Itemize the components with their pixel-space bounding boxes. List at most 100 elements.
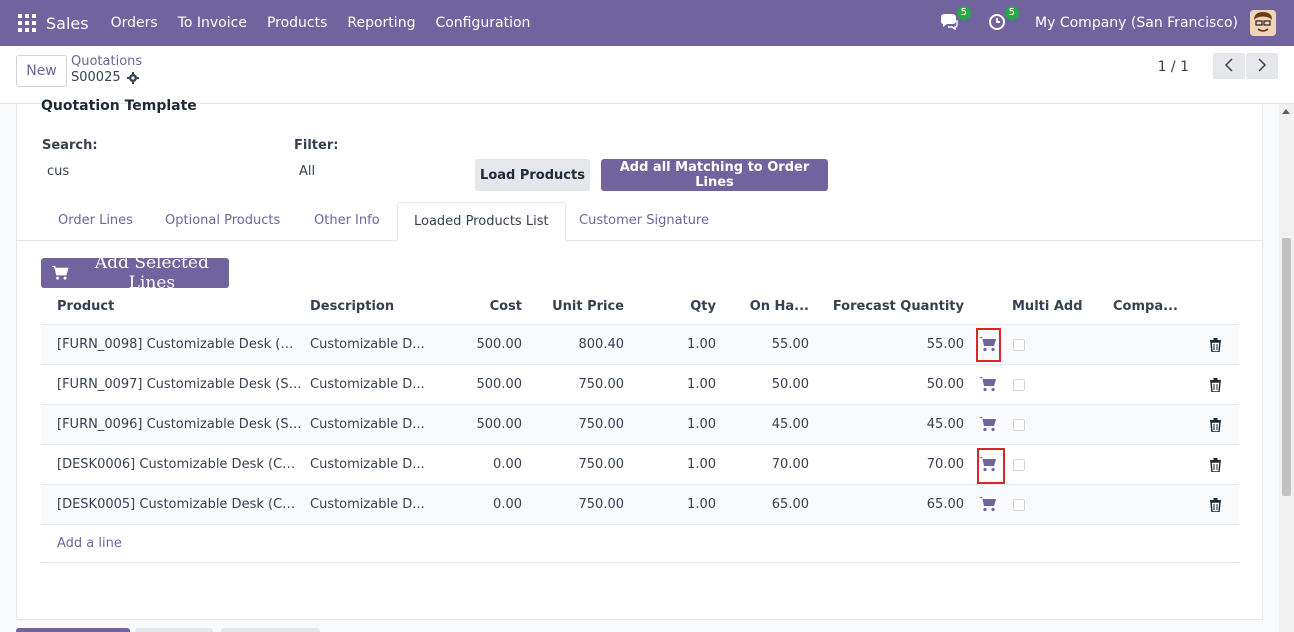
cell-unit-price: 750.00: [578, 417, 625, 432]
tab-order-lines[interactable]: Order Lines: [42, 202, 149, 241]
table-row[interactable]: [FURN_0096] Customizable Desk (St... Cus…: [41, 405, 1239, 445]
breadcrumb-quotations[interactable]: Quotations: [71, 54, 142, 69]
table-row[interactable]: [FURN_0097] Customizable Desk (St... Cus…: [41, 365, 1239, 405]
tab-loaded-products-list[interactable]: Loaded Products List: [397, 202, 566, 241]
highlight-box: [976, 328, 1001, 362]
cell-forecast: 65.00: [926, 497, 964, 512]
trash-icon[interactable]: [1209, 338, 1222, 352]
multi-add-checkbox[interactable]: [1013, 419, 1025, 431]
add-all-matching-button[interactable]: Add all Matching to Order Lines: [601, 159, 828, 191]
page-scrollbar[interactable]: [1279, 104, 1294, 632]
col-multi-add[interactable]: Multi Add: [1012, 289, 1083, 325]
activities-badge: 5: [1004, 6, 1020, 20]
cell-product: [DESK0005] Customizable Desk (Cus...: [57, 497, 302, 512]
filter-select[interactable]: All: [299, 164, 315, 179]
scroll-thumb[interactable]: [1282, 238, 1291, 496]
cell-qty: 1.00: [687, 457, 716, 472]
table-row[interactable]: [DESK0006] Customizable Desk (Cus... Cus…: [41, 445, 1239, 485]
scroll-up-arrow-icon[interactable]: [1282, 109, 1290, 114]
search-input[interactable]: cus: [47, 164, 69, 179]
add-selected-lines-button[interactable]: Add Selected Lines: [41, 253, 229, 293]
col-on-hand[interactable]: On Ha...: [741, 289, 809, 325]
cell-qty: 1.00: [687, 377, 716, 392]
pager-next-button[interactable]: [1246, 53, 1278, 79]
cell-product: [FURN_0098] Customizable Desk (Al...: [57, 337, 302, 352]
tab-customer-signature[interactable]: Customer Signature: [563, 202, 725, 241]
pager-previous-button[interactable]: [1213, 53, 1245, 79]
cell-description: Customizable D...: [310, 337, 425, 352]
cell-cost: 0.00: [493, 457, 522, 472]
load-products-button[interactable]: Load Products: [475, 159, 590, 191]
col-forecast-quantity[interactable]: Forecast Quantity: [831, 289, 964, 325]
multi-add-checkbox[interactable]: [1013, 459, 1025, 471]
activities-clock-icon[interactable]: 5: [987, 6, 1020, 34]
pager-value: 1 / 1: [1157, 59, 1189, 75]
cell-description: Customizable D...: [310, 457, 425, 472]
user-avatar[interactable]: [1250, 10, 1276, 36]
col-description[interactable]: Description: [310, 289, 394, 325]
footer-primary-button[interactable]: [16, 628, 130, 632]
cell-on-hand: 70.00: [771, 457, 809, 472]
col-unit-price[interactable]: Unit Price: [541, 289, 624, 325]
messages-badge: 5: [956, 6, 972, 20]
trash-icon[interactable]: [1209, 378, 1222, 392]
cart-icon[interactable]: [979, 375, 997, 393]
form-sheet: Quotation Template Search: cus Filter: A…: [16, 98, 1263, 620]
tab-other-info[interactable]: Other Info: [298, 202, 396, 241]
add-a-line-link[interactable]: Add a line: [41, 525, 1239, 563]
trash-icon[interactable]: [1209, 418, 1222, 432]
multi-add-checkbox[interactable]: [1013, 499, 1025, 511]
cell-forecast: 50.00: [926, 377, 964, 392]
cell-product: [FURN_0096] Customizable Desk (St...: [57, 417, 302, 432]
table-row[interactable]: [FURN_0098] Customizable Desk (Al... Cus…: [41, 325, 1239, 365]
col-product[interactable]: Product: [57, 289, 114, 325]
gear-icon[interactable]: [126, 71, 139, 84]
multi-add-checkbox[interactable]: [1013, 339, 1025, 351]
trash-icon[interactable]: [1209, 498, 1222, 512]
cell-unit-price: 750.00: [578, 497, 625, 512]
cart-icon[interactable]: [979, 495, 997, 513]
tab-optional-products[interactable]: Optional Products: [149, 202, 296, 241]
company-switcher[interactable]: My Company (San Francisco): [1035, 15, 1238, 31]
cell-forecast: 55.00: [926, 337, 964, 352]
menu-products[interactable]: Products: [267, 15, 327, 31]
navbar-right: 5 5 My Company (San Francisco): [939, 0, 1294, 46]
trash-icon[interactable]: [1209, 458, 1222, 472]
menu-orders[interactable]: Orders: [111, 15, 158, 31]
cart-icon[interactable]: [979, 415, 997, 433]
notebook-tabs: Order Lines Optional Products Other Info…: [17, 202, 1262, 241]
cell-product: [DESK0006] Customizable Desk (Cus...: [57, 457, 302, 472]
footer-tertiary-button[interactable]: [221, 628, 320, 632]
cell-forecast: 70.00: [926, 457, 964, 472]
cell-unit-price: 750.00: [578, 457, 625, 472]
apps-grid-icon[interactable]: [18, 14, 36, 32]
new-button[interactable]: New: [16, 55, 67, 87]
cell-description: Customizable D...: [310, 377, 425, 392]
cart-icon: [52, 265, 69, 280]
col-cost[interactable]: Cost: [461, 289, 522, 325]
messages-icon[interactable]: 5: [939, 6, 972, 34]
chevron-right-icon: [1258, 57, 1267, 72]
top-navbar: Sales Orders To Invoice Products Reporti…: [0, 0, 1294, 46]
col-qty[interactable]: Qty: [656, 289, 716, 325]
cell-cost: 500.00: [476, 377, 523, 392]
cell-qty: 1.00: [687, 337, 716, 352]
search-label: Search:: [42, 138, 98, 153]
cell-description: Customizable D...: [310, 417, 425, 432]
cell-forecast: 45.00: [926, 417, 964, 432]
cell-qty: 1.00: [687, 497, 716, 512]
add-selected-lines-label: Add Selected Lines: [94, 253, 209, 293]
table-row[interactable]: [DESK0005] Customizable Desk (Cus... Cus…: [41, 485, 1239, 525]
app-brand[interactable]: Sales: [46, 14, 89, 33]
menu-reporting[interactable]: Reporting: [347, 15, 415, 31]
cell-cost: 500.00: [476, 337, 523, 352]
cell-on-hand: 65.00: [771, 497, 809, 512]
multi-add-checkbox[interactable]: [1013, 379, 1025, 391]
menu-to-invoice[interactable]: To Invoice: [178, 15, 247, 31]
cell-cost: 500.00: [476, 417, 523, 432]
footer-secondary-button[interactable]: [135, 628, 213, 632]
cell-unit-price: 800.40: [578, 337, 625, 352]
chevron-left-icon: [1224, 57, 1233, 72]
col-company[interactable]: Compa...: [1113, 289, 1178, 325]
menu-configuration[interactable]: Configuration: [435, 15, 530, 31]
